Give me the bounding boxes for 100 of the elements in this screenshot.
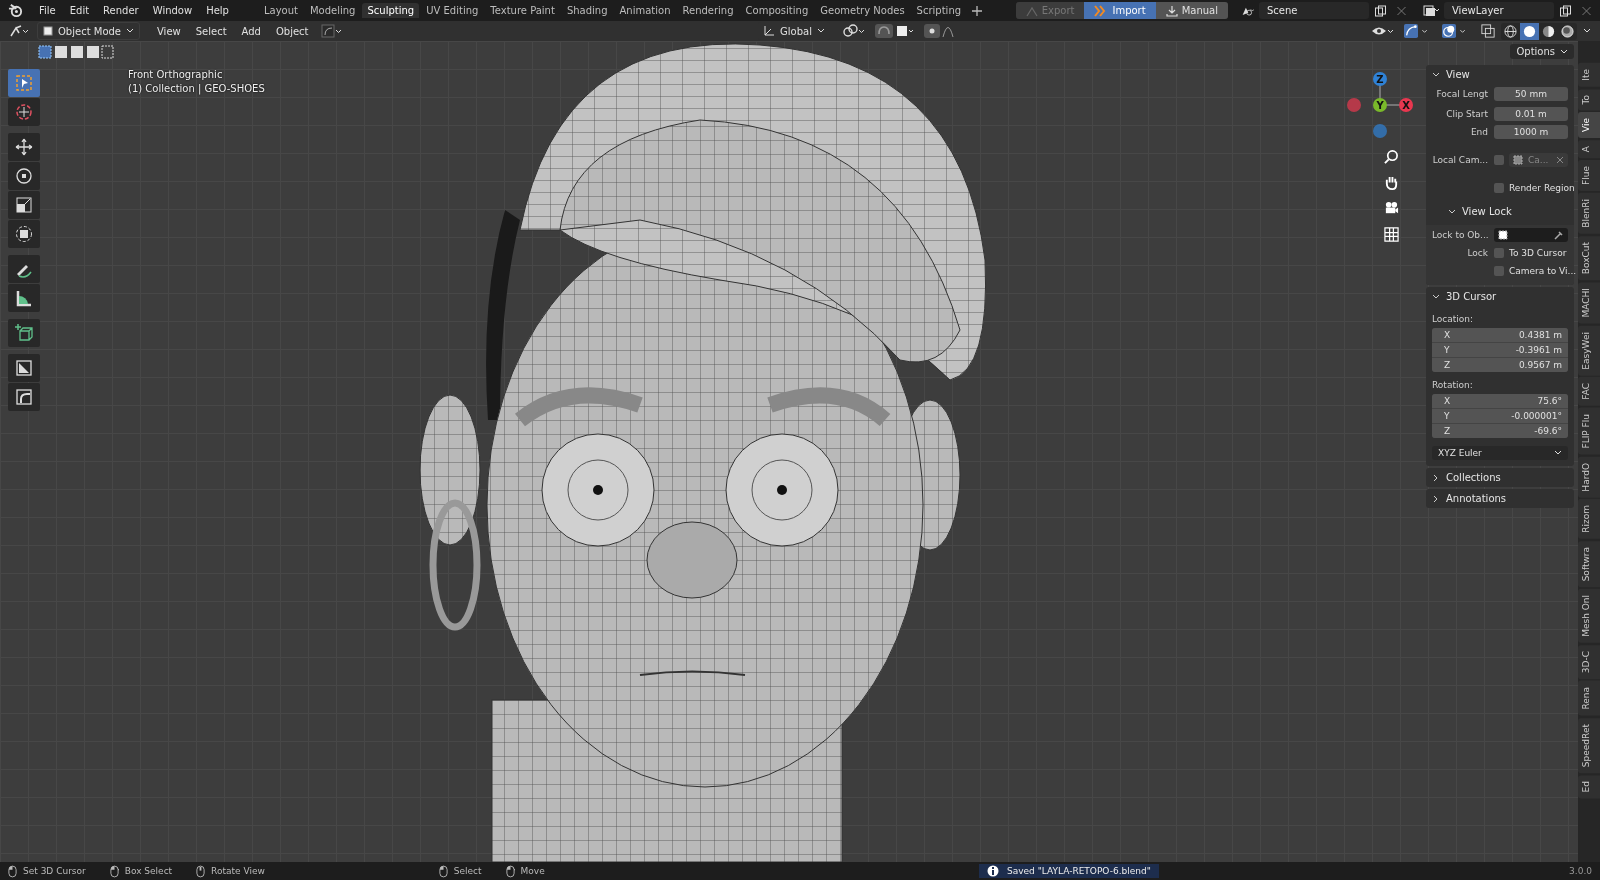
import-button[interactable]: Import: [1084, 2, 1156, 19]
transform-tool-button[interactable]: [8, 220, 40, 248]
panel-header[interactable]: View: [1426, 65, 1574, 84]
shear-tool-button[interactable]: [8, 383, 40, 411]
sidebar-tab[interactable]: FAC: [1578, 377, 1600, 406]
menu-item[interactable]: Window: [146, 3, 199, 18]
annotate-tool-button[interactable]: [8, 255, 40, 283]
workspace-tab[interactable]: Geometry Nodes: [815, 3, 910, 18]
xray-toggle-icon[interactable]: [1481, 24, 1495, 38]
panel-header[interactable]: Collections: [1426, 468, 1574, 487]
workspace-tab[interactable]: Animation: [614, 3, 676, 18]
vector-field[interactable]: Y -0.3961 m: [1432, 343, 1568, 357]
sidebar-tab[interactable]: HardO: [1578, 456, 1600, 498]
mode-dropdown[interactable]: Object Mode: [37, 22, 140, 40]
vector-field[interactable]: Z 0.9567 m: [1432, 358, 1568, 372]
clear-icon[interactable]: [1556, 156, 1564, 164]
sidebar-tab[interactable]: Ed: [1578, 775, 1600, 799]
select-tool-button[interactable]: [8, 69, 40, 97]
image-stack-icon[interactable]: [1423, 4, 1439, 17]
workspace-tab[interactable]: Shading: [561, 3, 613, 18]
measure-tool-button[interactable]: [8, 284, 40, 312]
number-field[interactable]: 0.01 m: [1494, 107, 1568, 121]
sidebar-tab[interactable]: 3D-C: [1578, 645, 1600, 680]
sidebar-tab[interactable]: BoxCut: [1578, 236, 1600, 281]
checkbox[interactable]: [1494, 248, 1504, 258]
vector-field[interactable]: X 75.6°: [1432, 394, 1568, 408]
grid-icon[interactable]: [1383, 227, 1399, 242]
sidebar-tab[interactable]: Rena: [1578, 681, 1600, 716]
manual-button[interactable]: Manual: [1155, 2, 1228, 19]
number-field[interactable]: 1000 m: [1494, 125, 1568, 139]
checkbox[interactable]: [1494, 266, 1504, 276]
sidebar-tab[interactable]: FLIP Flu: [1578, 408, 1600, 455]
eyedropper-icon[interactable]: [1554, 230, 1564, 240]
shrink-tool-button[interactable]: [8, 354, 40, 382]
chevron-down-icon[interactable]: [1432, 70, 1440, 79]
workspace-tab[interactable]: Rendering: [677, 3, 739, 18]
rotate-tool-button[interactable]: [8, 162, 40, 190]
axis-gizmo[interactable]: Z Y X: [1342, 69, 1414, 139]
checkbox[interactable]: [1494, 155, 1504, 165]
menu-item[interactable]: Object: [269, 23, 315, 39]
workspace-tab[interactable]: Layout: [258, 3, 303, 18]
chevron-right-icon[interactable]: [1432, 473, 1440, 482]
menu-item[interactable]: Select: [189, 23, 233, 39]
view-layer-field[interactable]: ViewLayer: [1444, 2, 1554, 19]
checkbox[interactable]: [1494, 183, 1504, 193]
wireframe-shading-button[interactable]: [1501, 22, 1520, 40]
menu-item[interactable]: Render: [97, 3, 145, 18]
sidebar-tab[interactable]: Softwra: [1578, 540, 1600, 588]
selection-mode-icon[interactable]: [38, 45, 114, 59]
workspace-tab[interactable]: Texture Paint: [485, 3, 560, 18]
sidebar-tab[interactable]: A: [1578, 140, 1600, 159]
number-field[interactable]: 50 mm: [1494, 87, 1568, 101]
scene-field[interactable]: Scene: [1259, 2, 1369, 19]
copy-icon[interactable]: [1559, 4, 1572, 17]
solid-shading-button[interactable]: [1520, 22, 1539, 40]
workspace-tab[interactable]: UV Editing: [421, 3, 484, 18]
panel-header[interactable]: 3D Cursor: [1426, 287, 1574, 306]
menu-item[interactable]: Help: [200, 3, 235, 18]
sidebar-tab[interactable]: Ite: [1578, 63, 1600, 87]
workspace-tab[interactable]: Modeling: [304, 3, 361, 18]
chevron-down-icon[interactable]: [1583, 28, 1591, 34]
workspace-tab[interactable]: Sculpting: [362, 3, 420, 18]
sidebar-tab[interactable]: Mesh Onl: [1578, 589, 1600, 644]
hand-icon[interactable]: [1383, 175, 1399, 190]
vector-field[interactable]: Y -0.000001°: [1432, 409, 1568, 423]
menu-item[interactable]: Add: [235, 23, 267, 39]
sidebar-tab[interactable]: Flue: [1578, 160, 1600, 192]
chevron-down-icon[interactable]: [1448, 207, 1456, 216]
sidebar-tab[interactable]: BlenRi: [1578, 193, 1600, 234]
subpanel-header[interactable]: View Lock: [1432, 198, 1568, 219]
zoom-icon[interactable]: [1383, 149, 1399, 164]
scale-tool-button[interactable]: [8, 191, 40, 219]
workspace-tab[interactable]: Scripting: [911, 3, 967, 18]
vector-field[interactable]: X 0.4381 m: [1432, 328, 1568, 342]
menu-item[interactable]: Edit: [63, 3, 96, 18]
camera-icon[interactable]: [1383, 201, 1399, 216]
workspace-tab[interactable]: Compositing: [740, 3, 814, 18]
menu-item[interactable]: File: [33, 3, 62, 18]
pivot-icon[interactable]: [842, 24, 866, 38]
move-tool-button[interactable]: [8, 133, 40, 161]
chevron-down-icon[interactable]: [1432, 292, 1440, 301]
cursor-tool-button[interactable]: [8, 98, 40, 126]
sidebar-tab[interactable]: MACHI: [1578, 282, 1600, 324]
sidebar-tab[interactable]: To: [1578, 88, 1600, 111]
add-cube-tool-button[interactable]: [8, 319, 40, 347]
rotation-mode-dropdown[interactable]: XYZ Euler: [1432, 446, 1568, 460]
vector-field[interactable]: Z -69.6°: [1432, 424, 1568, 438]
panel-header[interactable]: Annotations: [1426, 489, 1574, 508]
rendered-shading-button[interactable]: [1558, 22, 1577, 40]
transform-icon[interactable]: [320, 24, 343, 38]
sidebar-tab[interactable]: EasyWei: [1578, 325, 1600, 376]
sidebar-tab[interactable]: Rizom: [1578, 499, 1600, 539]
sidebar-tab[interactable]: SpeedRet: [1578, 717, 1600, 774]
chevron-right-icon[interactable]: [1432, 494, 1440, 503]
menu-item[interactable]: View: [151, 23, 187, 39]
object-field[interactable]: [1494, 228, 1568, 242]
snap-icon[interactable]: [875, 24, 915, 38]
options-dropdown[interactable]: Options: [1510, 44, 1574, 59]
blender-logo-icon[interactable]: [8, 3, 23, 18]
copy-icon[interactable]: [1374, 4, 1387, 17]
